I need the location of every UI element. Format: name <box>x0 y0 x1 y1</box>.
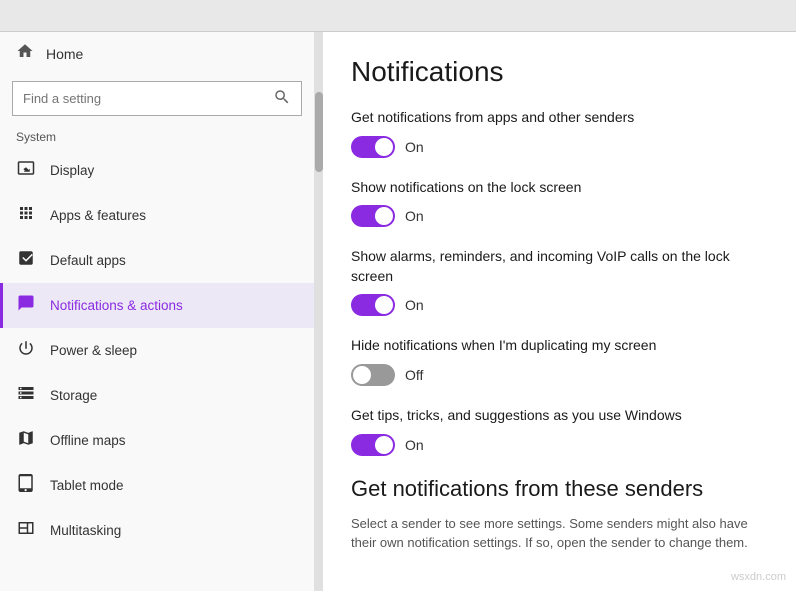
watermark: wsxdn.com <box>731 571 786 583</box>
senders-section-desc: Select a sender to see more settings. So… <box>351 514 764 553</box>
sidebar-item-label: Apps & features <box>50 208 146 223</box>
sidebar-item-storage[interactable]: Storage <box>0 373 314 418</box>
search-input[interactable] <box>23 91 265 106</box>
apps-icon <box>16 204 36 227</box>
setting-label-notif-lock: Show notifications on the lock screen <box>351 178 764 198</box>
home-label: Home <box>46 46 83 62</box>
sidebar-item-label: Power & sleep <box>50 343 137 358</box>
content-area: Notifications Get notifications from app… <box>323 32 796 591</box>
sidebar-scrollbar[interactable] <box>315 32 323 591</box>
sidebar-item-tablet-mode[interactable]: Tablet mode <box>0 463 314 508</box>
toggle-knob <box>375 207 393 225</box>
system-label: System <box>0 122 314 148</box>
toggle-state-notif-lock: On <box>405 208 424 224</box>
setting-notif-apps: Get notifications from apps and other se… <box>351 108 764 158</box>
toggle-row-notif-alarms: On <box>351 294 764 316</box>
sidebar-item-offline-maps[interactable]: Offline maps <box>0 418 314 463</box>
sidebar-item-label: Multitasking <box>50 523 121 538</box>
multitasking-icon <box>16 519 36 542</box>
sidebar-item-label: Offline maps <box>50 433 126 448</box>
top-bar <box>0 0 796 32</box>
sidebar-item-default-apps[interactable]: Default apps <box>0 238 314 283</box>
home-icon <box>16 42 34 65</box>
toggle-state-notif-duplicate: Off <box>405 367 423 383</box>
sidebar-item-multitasking[interactable]: Multitasking <box>0 508 314 553</box>
display-icon <box>16 159 36 182</box>
nav-items: Display Apps & features Default apps Not… <box>0 148 314 591</box>
sidebar-item-label: Notifications & actions <box>50 298 183 313</box>
sidebar: Home System Display Apps & features <box>0 32 315 591</box>
toggle-notif-duplicate[interactable] <box>351 364 395 386</box>
setting-label-notif-alarms: Show alarms, reminders, and incoming VoI… <box>351 247 764 286</box>
setting-notif-lock: Show notifications on the lock screen On <box>351 178 764 228</box>
toggle-notif-apps[interactable] <box>351 136 395 158</box>
toggle-notif-alarms[interactable] <box>351 294 395 316</box>
senders-section-title: Get notifications from these senders <box>351 476 764 502</box>
sidebar-item-power[interactable]: Power & sleep <box>0 328 314 373</box>
notifications-icon <box>16 294 36 317</box>
setting-notif-alarms: Show alarms, reminders, and incoming VoI… <box>351 247 764 316</box>
power-icon <box>16 339 36 362</box>
sidebar-item-display[interactable]: Display <box>0 148 314 193</box>
setting-label-notif-apps: Get notifications from apps and other se… <box>351 108 764 128</box>
toggle-knob <box>375 296 393 314</box>
offline-maps-icon <box>16 429 36 452</box>
home-nav-item[interactable]: Home <box>0 32 314 75</box>
sidebar-item-label: Display <box>50 163 94 178</box>
setting-notif-duplicate: Hide notifications when I'm duplicating … <box>351 336 764 386</box>
toggle-row-notif-duplicate: Off <box>351 364 764 386</box>
sidebar-item-label: Storage <box>50 388 97 403</box>
sidebar-scroll-thumb[interactable] <box>315 92 323 172</box>
default-apps-icon <box>16 249 36 272</box>
tablet-mode-icon <box>16 474 36 497</box>
toggle-row-notif-apps: On <box>351 136 764 158</box>
toggle-row-notif-tips: On <box>351 434 764 456</box>
sidebar-item-label: Tablet mode <box>50 478 124 493</box>
setting-label-notif-tips: Get tips, tricks, and suggestions as you… <box>351 406 764 426</box>
search-icon <box>273 88 291 109</box>
toggle-knob <box>353 366 371 384</box>
setting-notif-tips: Get tips, tricks, and suggestions as you… <box>351 406 764 456</box>
setting-label-notif-duplicate: Hide notifications when I'm duplicating … <box>351 336 764 356</box>
toggle-knob <box>375 436 393 454</box>
toggle-state-notif-tips: On <box>405 437 424 453</box>
sidebar-item-notifications[interactable]: Notifications & actions <box>0 283 314 328</box>
toggle-notif-tips[interactable] <box>351 434 395 456</box>
main-container: Home System Display Apps & features <box>0 32 796 591</box>
toggle-knob <box>375 138 393 156</box>
toggle-state-notif-apps: On <box>405 139 424 155</box>
toggle-row-notif-lock: On <box>351 205 764 227</box>
toggle-notif-lock[interactable] <box>351 205 395 227</box>
search-box[interactable] <box>12 81 302 116</box>
sidebar-item-apps[interactable]: Apps & features <box>0 193 314 238</box>
storage-icon <box>16 384 36 407</box>
sidebar-item-label: Default apps <box>50 253 126 268</box>
toggle-state-notif-alarms: On <box>405 297 424 313</box>
page-title: Notifications <box>351 56 764 88</box>
